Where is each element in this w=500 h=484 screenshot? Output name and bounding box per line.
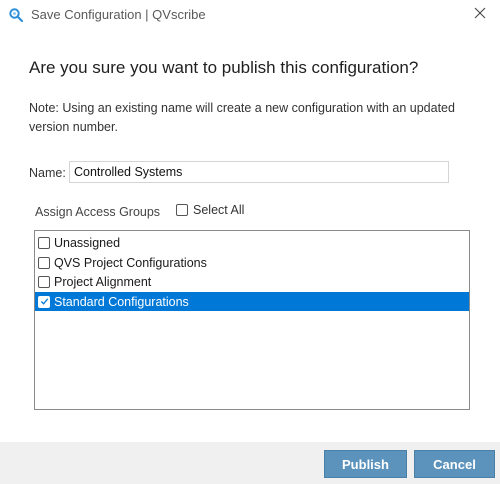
checkbox-icon[interactable] [38, 236, 50, 249]
list-item-qvs-project-configurations[interactable]: QVS Project Configurations [35, 253, 469, 272]
select-all-label: Select All [193, 203, 245, 217]
title-bar: Save Configuration | QVscribe [0, 0, 500, 30]
dialog-heading: Are you sure you want to publish this co… [29, 58, 419, 77]
access-groups-list[interactable]: Unassigned QVS Project Configurations Pr… [34, 230, 470, 410]
list-item-unassigned[interactable]: Unassigned [35, 233, 469, 252]
name-label: Name: [29, 166, 66, 180]
checkbox-icon[interactable] [176, 204, 188, 216]
publish-button[interactable]: Publish [324, 450, 407, 478]
window-title: Save Configuration | QVscribe [31, 7, 206, 22]
list-item-standard-configurations[interactable]: Standard Configurations [35, 292, 469, 311]
dialog-note: Note: Using an existing name will create… [29, 101, 455, 134]
list-item-label: QVS Project Configurations [54, 255, 207, 270]
list-item-label: Unassigned [54, 235, 121, 250]
checkbox-checked-icon[interactable] [38, 295, 50, 308]
list-item-project-alignment[interactable]: Project Alignment [35, 272, 469, 291]
select-all-checkbox[interactable]: Select All [176, 203, 244, 217]
list-item-label: Project Alignment [54, 274, 152, 289]
access-groups-label: Assign Access Groups [35, 205, 161, 219]
list-item-label: Standard Configurations [54, 294, 189, 309]
checkbox-icon[interactable] [38, 256, 50, 269]
close-button[interactable] [460, 0, 500, 30]
checkbox-icon[interactable] [38, 275, 50, 288]
cancel-button[interactable]: Cancel [414, 450, 495, 478]
close-icon [474, 6, 486, 24]
name-input[interactable] [69, 161, 449, 183]
qvscribe-logo-icon [8, 7, 24, 23]
